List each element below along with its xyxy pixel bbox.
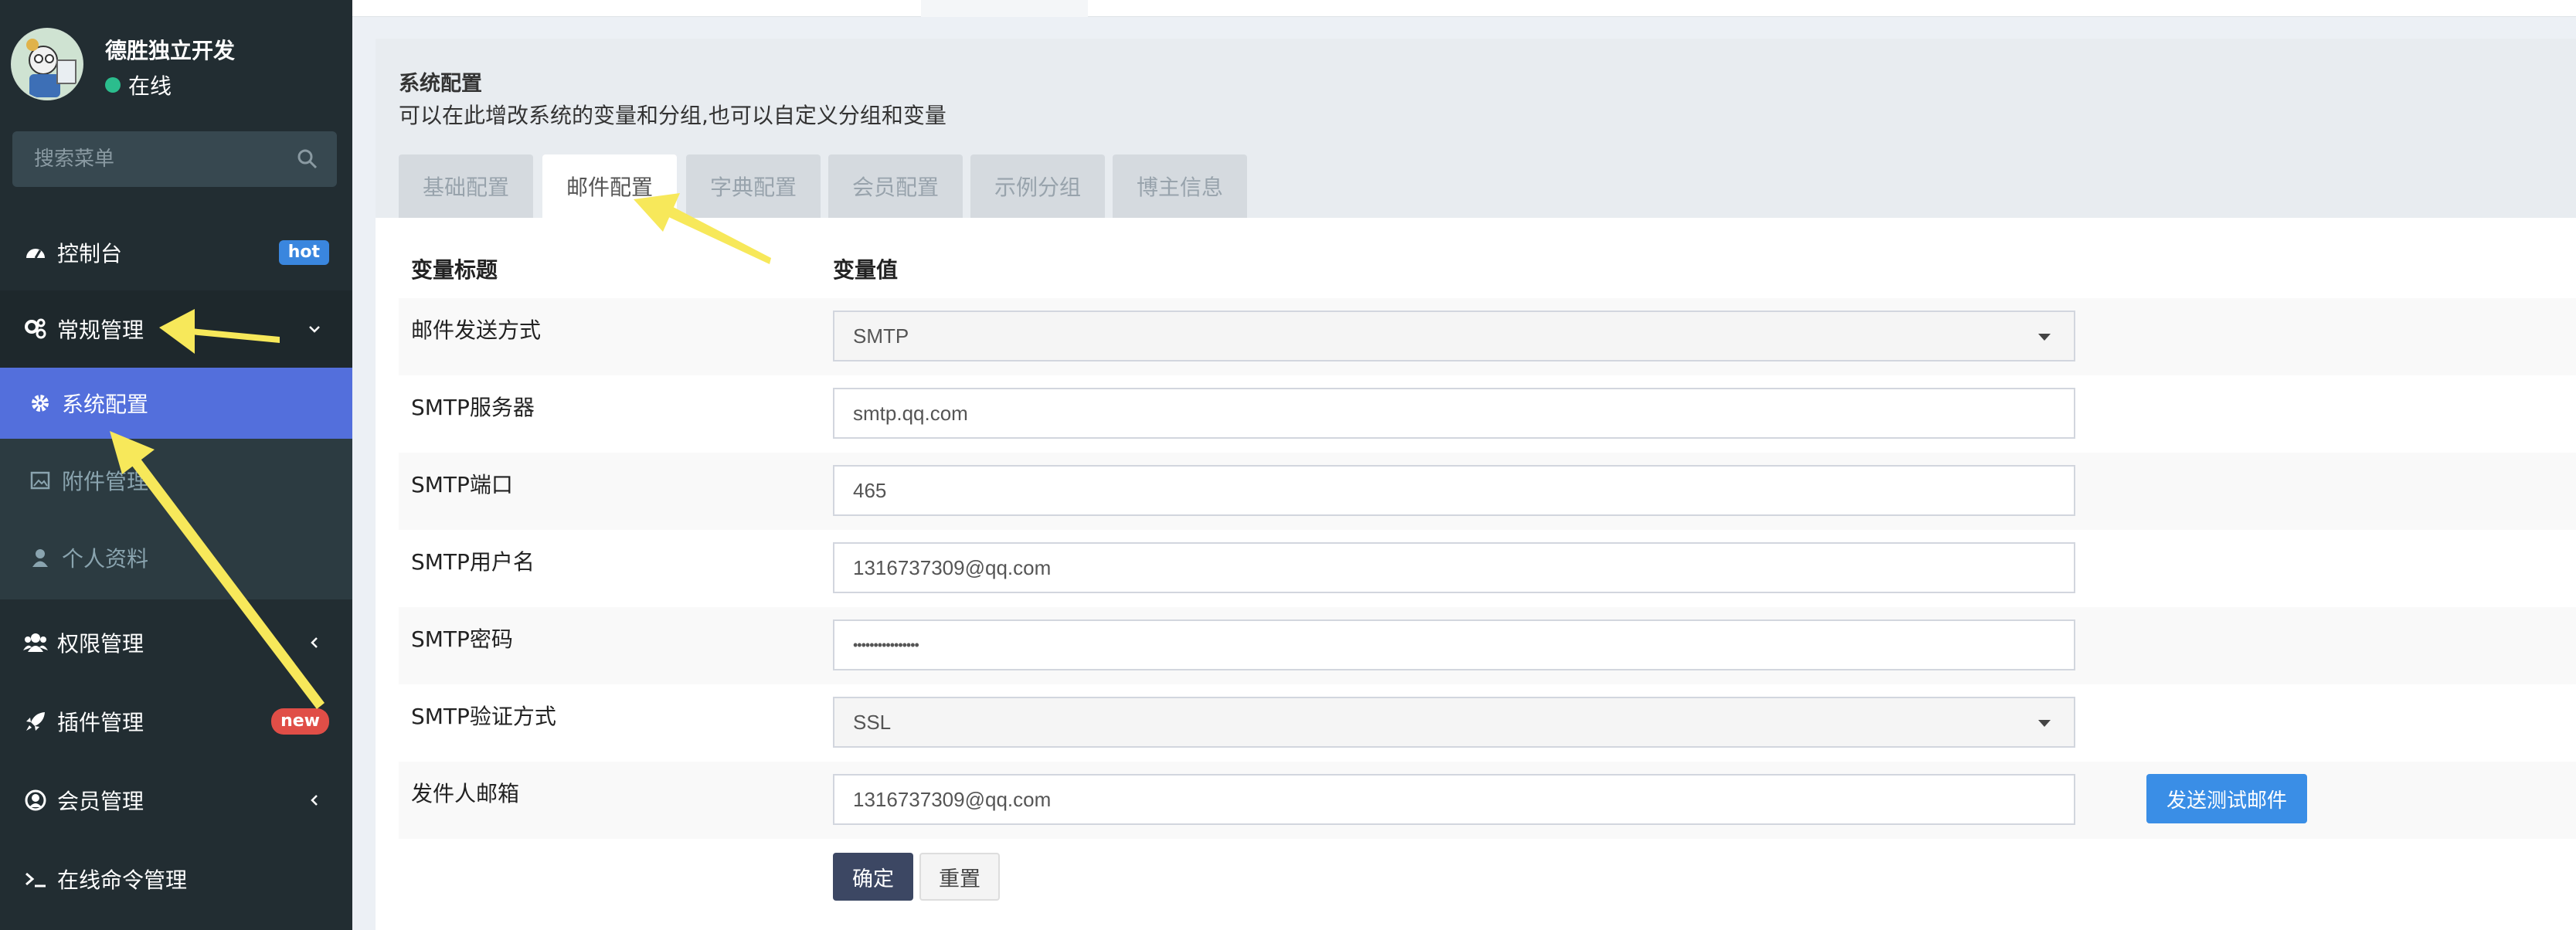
sidebar-item-label: 权限管理: [57, 631, 144, 657]
user-circle-icon: [23, 788, 48, 813]
gear-icon: [29, 392, 51, 414]
user-name: 德胜独立开发: [105, 38, 236, 63]
top-tab[interactable]: [921, 0, 1088, 17]
mail-type-select[interactable]: SMTP: [833, 311, 2075, 361]
sidebar-subitem-label: 系统配置: [62, 392, 149, 417]
caret-down-icon: [2038, 334, 2051, 341]
sidebar-subitem-label: 个人资料: [62, 546, 149, 572]
column-header-title: 变量标题: [411, 257, 498, 283]
image-icon: [29, 470, 51, 491]
rocket-icon: [23, 709, 48, 734]
row-label: SMTP用户名: [411, 549, 535, 575]
chevron-left-icon: [311, 795, 318, 806]
tab-email[interactable]: 邮件配置: [542, 154, 677, 218]
input-value: 1316737309@qq.com: [853, 555, 1052, 579]
sidebar-item-label: 会员管理: [57, 789, 144, 814]
table-row: SMTP用户名 1316737309@qq.com: [399, 530, 2576, 607]
sidebar-item-label: 常规管理: [57, 317, 144, 343]
column-header-value: 变量值: [833, 257, 899, 283]
user-status-text: 在线: [128, 73, 172, 99]
search-icon[interactable]: [297, 148, 318, 170]
smtp-password-input[interactable]: ••••••••••••••••: [833, 619, 2075, 670]
sidebar-item-plugins[interactable]: 插件管理 new: [0, 683, 352, 760]
tab-member[interactable]: 会员配置: [828, 154, 963, 218]
chevron-left-icon: [311, 637, 318, 648]
tab-blogger[interactable]: 博主信息: [1113, 154, 1247, 218]
menu-search-input[interactable]: [12, 131, 283, 187]
tab-basic[interactable]: 基础配置: [399, 154, 533, 218]
tab-example[interactable]: 示例分组: [970, 154, 1105, 218]
table-row: SMTP验证方式 SSL: [399, 684, 2576, 762]
row-label: SMTP密码: [411, 626, 513, 652]
online-dot-icon: [105, 77, 121, 93]
user-status: 在线: [105, 70, 172, 100]
sender-email-input[interactable]: 1316737309@qq.com: [833, 774, 2075, 825]
select-value: SSL: [853, 710, 892, 734]
sidebar-subitem-system-config[interactable]: 系统配置: [0, 368, 352, 439]
reset-button[interactable]: 重置: [919, 853, 1000, 901]
smtp-port-input[interactable]: 465: [833, 465, 2075, 516]
row-label: SMTP服务器: [411, 395, 535, 420]
tab-dictionary[interactable]: 字典配置: [686, 154, 821, 218]
select-value: SMTP: [853, 324, 909, 348]
new-badge: new: [271, 708, 329, 735]
page-title: 系统配置: [399, 72, 482, 96]
table-row: 发件人邮箱 1316737309@qq.com 发送测试邮件: [399, 762, 2576, 839]
send-test-email-button[interactable]: 发送测试邮件: [2146, 774, 2307, 823]
config-panel: 系统配置 可以在此增改系统的变量和分组,也可以自定义分组和变量 基础配置 邮件配…: [376, 39, 2576, 930]
dashboard-icon: [23, 240, 48, 265]
terminal-icon: [23, 867, 48, 891]
avatar[interactable]: [11, 28, 83, 100]
sidebar-item-label: 插件管理: [57, 710, 144, 735]
top-tabbar: [352, 0, 2576, 17]
row-label: 发件人邮箱: [411, 781, 520, 806]
smtp-server-input[interactable]: smtp.qq.com: [833, 388, 2075, 439]
sidebar-item-general[interactable]: 常规管理: [0, 290, 352, 368]
sidebar-subitem-profile[interactable]: 个人资料: [0, 522, 352, 593]
hot-badge: hot: [278, 240, 329, 265]
user-icon: [29, 547, 51, 569]
sidebar-item-dashboard[interactable]: 控制台 hot: [0, 214, 352, 291]
input-value: ••••••••••••••••: [853, 636, 919, 653]
menu-search: [12, 131, 337, 187]
table-row: 邮件发送方式 SMTP: [399, 298, 2576, 375]
sidebar-subitem-attachments[interactable]: 附件管理: [0, 445, 352, 516]
chevron-down-icon: [309, 326, 320, 333]
sidebar-item-label: 在线命令管理: [57, 867, 188, 893]
sidebar: 德胜独立开发 在线 控制台 hot 常规管理 系统配置: [0, 0, 352, 930]
row-label: SMTP端口: [411, 472, 513, 497]
table-row: SMTP端口 465: [399, 453, 2576, 530]
sidebar-item-permissions[interactable]: 权限管理: [0, 604, 352, 681]
sidebar-item-members[interactable]: 会员管理: [0, 762, 352, 839]
group-icon: [23, 630, 48, 655]
sidebar-item-terminal[interactable]: 在线命令管理: [0, 840, 352, 918]
panel-heading: 系统配置 可以在此增改系统的变量和分组,也可以自定义分组和变量 基础配置 邮件配…: [376, 39, 2576, 218]
input-value: smtp.qq.com: [853, 401, 968, 425]
cogs-icon: [23, 317, 48, 341]
row-label: 邮件发送方式: [411, 317, 542, 343]
input-value: 1316737309@qq.com: [853, 787, 1052, 811]
sidebar-item-label: 控制台: [57, 241, 123, 266]
row-label: SMTP验证方式: [411, 704, 556, 729]
sidebar-subitem-label: 附件管理: [62, 469, 149, 494]
table-row: SMTP服务器 smtp.qq.com: [399, 375, 2576, 453]
confirm-button[interactable]: 确定: [833, 853, 913, 901]
user-panel: 德胜独立开发 在线: [11, 28, 343, 102]
input-value: 465: [853, 478, 887, 502]
caret-down-icon: [2038, 720, 2051, 727]
smtp-username-input[interactable]: 1316737309@qq.com: [833, 542, 2075, 593]
submenu-general: 系统配置 附件管理 个人资料: [0, 368, 352, 599]
page-description: 可以在此增改系统的变量和分组,也可以自定义分组和变量: [399, 103, 946, 128]
table-row: SMTP密码 ••••••••••••••••: [399, 607, 2576, 684]
smtp-verify-select[interactable]: SSL: [833, 697, 2075, 748]
